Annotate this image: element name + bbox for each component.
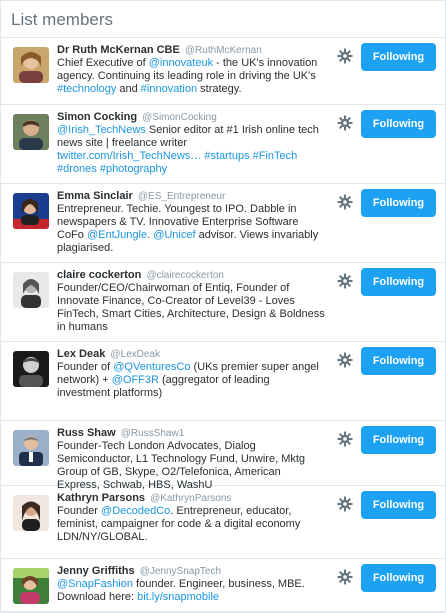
name-line: Kathryn Parsons @KathrynParsons [57, 492, 325, 505]
following-button[interactable]: Following [361, 110, 436, 138]
bio-link[interactable]: @DecodedCo [101, 505, 170, 517]
bio-text: strategy. [197, 83, 242, 95]
bio-text: Founder-Tech London Advocates, Dialog Se… [57, 440, 306, 491]
member-bio: @Irish_TechNews Senior editor at #1 Iris… [57, 124, 325, 176]
woman-bw-avatar[interactable] [13, 272, 49, 308]
member-content: Kathryn Parsons @KathrynParsons Founder @… [57, 492, 325, 544]
bio-link[interactable]: #technology [57, 83, 116, 95]
bio-link[interactable]: twitter.com/Irish_TechNews… [57, 150, 201, 162]
gear-icon[interactable] [337, 48, 353, 64]
member-bio: Founder/CEO/Chairwoman of Entiq, Founder… [57, 282, 325, 334]
man-portrait-avatar[interactable] [13, 114, 49, 150]
bio-link[interactable]: #photography [100, 163, 167, 175]
bio-text: and [116, 83, 141, 95]
bio-text: Founder [57, 505, 102, 517]
following-button[interactable]: Following [361, 347, 436, 375]
gear-icon[interactable] [337, 431, 353, 447]
bio-link[interactable]: @innovateuk [149, 57, 213, 69]
panel-header: List members [1, 1, 445, 38]
member-handle[interactable]: @clairecockerton [146, 270, 223, 281]
member-handle[interactable]: @SimonCocking [142, 112, 217, 123]
member-content: Emma Sinclair @ES_Entrepreneur Entreprene… [57, 190, 325, 255]
list-item[interactable]: Russ Shaw @RussShaw1 Founder-Tech London … [1, 421, 445, 491]
woman-stage-avatar[interactable] [13, 568, 49, 604]
panel-title: List members [11, 10, 114, 29]
member-name[interactable]: Russ Shaw [57, 427, 116, 439]
member-name[interactable]: Jenny Griffiths [57, 565, 135, 577]
bio-text: Founder of [57, 361, 114, 373]
gear-icon[interactable] [337, 194, 353, 210]
name-line: claire cockerton @clairecockerton [57, 269, 325, 282]
list-item[interactable]: Dr Ruth McKernan CBE @RuthMcKernan Chief … [1, 38, 445, 105]
member-handle[interactable]: @KathrynParsons [150, 493, 231, 504]
following-button[interactable]: Following [361, 268, 436, 296]
member-bio: Founder @DecodedCo. Entrepreneur, educat… [57, 505, 325, 544]
list-item[interactable]: claire cockerton @clairecockerton Founder… [1, 263, 445, 342]
member-content: claire cockerton @clairecockerton Founder… [57, 269, 325, 334]
name-line: Emma Sinclair @ES_Entrepreneur [57, 190, 325, 203]
member-content: Russ Shaw @RussShaw1 Founder-Tech London … [57, 427, 325, 492]
following-button[interactable]: Following [361, 43, 436, 71]
list-item[interactable]: Lex Deak @LexDeak Founder of @QVenturesCo… [1, 342, 445, 421]
member-content: Simon Cocking @SimonCocking @Irish_TechNe… [57, 111, 325, 176]
bio-link[interactable]: @OFF3R [112, 374, 159, 386]
member-content: Dr Ruth McKernan CBE @RuthMcKernan Chief … [57, 44, 325, 96]
bio-link[interactable]: #drones [57, 163, 97, 175]
member-handle[interactable]: @LexDeak [110, 349, 160, 360]
following-button[interactable]: Following [361, 564, 436, 592]
member-content: Lex Deak @LexDeak Founder of @QVenturesCo… [57, 348, 325, 400]
gear-icon[interactable] [337, 115, 353, 131]
man-suit-avatar[interactable] [13, 430, 49, 466]
member-bio: Founder-Tech London Advocates, Dialog Se… [57, 440, 325, 492]
gear-icon[interactable] [337, 352, 353, 368]
bio-link[interactable]: #FinTech [253, 150, 298, 162]
list-members-panel: List members Dr Ruth McKernan CBE @RuthM… [0, 0, 446, 613]
woman-dark-avatar[interactable] [13, 495, 49, 531]
bio-link[interactable]: #startups [204, 150, 249, 162]
bio-link[interactable]: @QVenturesCo [113, 361, 190, 373]
member-name[interactable]: claire cockerton [57, 269, 141, 281]
man-bw-avatar[interactable] [13, 351, 49, 387]
bio-text: Founder/CEO/Chairwoman of Entiq, Founder… [57, 282, 325, 333]
member-handle[interactable]: @JennySnapTech [140, 566, 221, 577]
woman-tv-avatar[interactable] [13, 193, 49, 229]
following-button[interactable]: Following [361, 189, 436, 217]
list-item[interactable]: Jenny Griffiths @JennySnapTech @SnapFashi… [1, 559, 445, 613]
bio-link[interactable]: bit.ly/snapmobile [137, 591, 219, 603]
name-line: Russ Shaw @RussShaw1 [57, 427, 325, 440]
bio-link[interactable]: #innovation [141, 83, 197, 95]
bio-text: Chief Executive of [57, 57, 149, 69]
member-name[interactable]: Emma Sinclair [57, 190, 133, 202]
member-name[interactable]: Dr Ruth McKernan CBE [57, 44, 180, 56]
following-button[interactable]: Following [361, 491, 436, 519]
bio-link[interactable]: @Unicef [153, 229, 195, 241]
bio-link[interactable]: @Irish_TechNews [57, 124, 146, 136]
gear-icon[interactable] [337, 569, 353, 585]
gear-icon[interactable] [337, 496, 353, 512]
member-handle[interactable]: @RussShaw1 [121, 428, 185, 439]
member-content: Jenny Griffiths @JennySnapTech @SnapFashi… [57, 565, 325, 604]
name-line: Jenny Griffiths @JennySnapTech [57, 565, 325, 578]
name-line: Dr Ruth McKernan CBE @RuthMcKernan [57, 44, 325, 57]
woman-portrait-avatar[interactable] [13, 47, 49, 83]
list-item[interactable]: Kathryn Parsons @KathrynParsons Founder @… [1, 486, 445, 559]
following-button[interactable]: Following [361, 426, 436, 454]
member-bio: @SnapFashion founder. Engineer, business… [57, 578, 325, 604]
member-handle[interactable]: @RuthMcKernan [185, 45, 262, 56]
gear-icon[interactable] [337, 273, 353, 289]
member-bio: Chief Executive of @innovateuk - the UK'… [57, 57, 325, 96]
bio-link[interactable]: @EntJungle [87, 229, 147, 241]
member-name[interactable]: Kathryn Parsons [57, 492, 145, 504]
member-name[interactable]: Simon Cocking [57, 111, 137, 123]
member-name[interactable]: Lex Deak [57, 348, 105, 360]
member-handle[interactable]: @ES_Entrepreneur [138, 191, 225, 202]
member-bio: Entrepreneur. Techie. Youngest to IPO. D… [57, 203, 325, 255]
name-line: Lex Deak @LexDeak [57, 348, 325, 361]
name-line: Simon Cocking @SimonCocking [57, 111, 325, 124]
list-item[interactable]: Simon Cocking @SimonCocking @Irish_TechNe… [1, 105, 445, 184]
bio-link[interactable]: @SnapFashion [57, 578, 133, 590]
list-item[interactable]: Emma Sinclair @ES_Entrepreneur Entreprene… [1, 184, 445, 263]
member-bio: Founder of @QVenturesCo (UKs premier sup… [57, 361, 325, 400]
